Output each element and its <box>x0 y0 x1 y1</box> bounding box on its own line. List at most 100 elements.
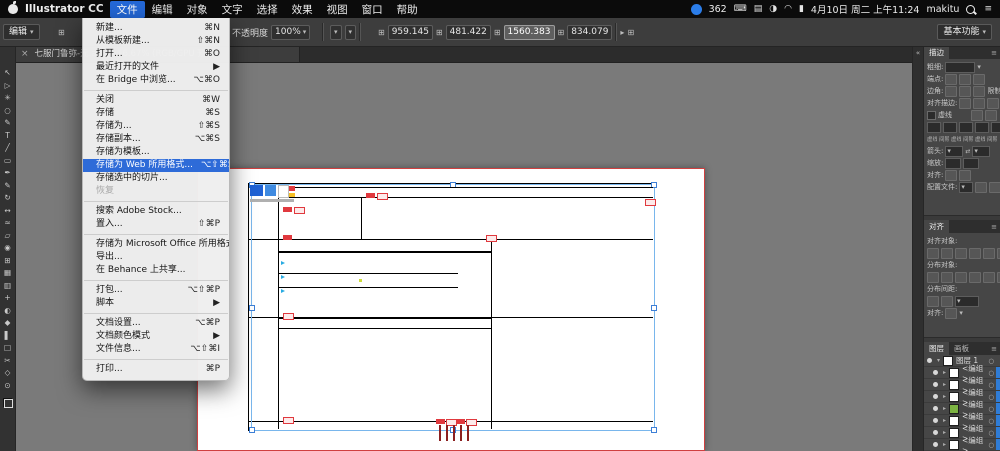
arrow-align-tip-button[interactable] <box>945 170 957 181</box>
align-stroke-center-button[interactable] <box>959 98 971 109</box>
menu-item-file-info[interactable]: 文件信息...⌥⇧⌘I <box>83 343 229 356</box>
layer-target-icon[interactable]: ○ <box>988 429 994 437</box>
layer-thumbnail[interactable] <box>949 428 959 438</box>
scale-tool[interactable]: ↔ <box>2 206 14 215</box>
stroke-weight-field[interactable] <box>945 62 975 73</box>
direct-selection-tool[interactable]: ▷ <box>2 81 14 90</box>
align-vcenter-button[interactable] <box>983 248 995 259</box>
battery-icon[interactable]: ▮ <box>799 4 804 14</box>
scale-end-field[interactable] <box>963 158 979 169</box>
notification-center-icon[interactable]: ≡ <box>984 4 992 14</box>
dash-preserve-button[interactable] <box>971 110 983 121</box>
profile-dropdown[interactable]: ▾ <box>959 182 973 193</box>
panel-menu-icon[interactable]: ≡ <box>991 49 1000 57</box>
shape-builder-tool[interactable]: ◉ <box>2 243 14 252</box>
expand-chevron-icon[interactable]: ▸ <box>941 405 948 412</box>
display-icon[interactable]: ▤ <box>754 4 763 14</box>
selection-handle[interactable] <box>651 305 657 311</box>
layer-target-icon[interactable]: ○ <box>988 369 994 377</box>
zoom-tool[interactable]: ⊙ <box>2 381 14 390</box>
align-options-icon[interactable]: ⊞ <box>627 28 634 37</box>
layer-target-icon[interactable]: ○ <box>988 381 994 389</box>
align-right-button[interactable] <box>955 248 967 259</box>
selection-handle[interactable] <box>651 427 657 433</box>
menu-item-save-for-web[interactable]: 存储为 Web 所用格式...⌥⇧⌘S <box>83 159 229 172</box>
flip-across-button[interactable] <box>989 182 1000 193</box>
menu-item-share-on-behance[interactable]: 在 Behance 上共享... <box>83 264 229 277</box>
menu-item-print[interactable]: 打印...⌘P <box>83 363 229 376</box>
selection-tool[interactable]: ↖ <box>2 68 14 77</box>
input-source-icon[interactable]: ⌨ <box>734 4 747 14</box>
pen-tool[interactable]: ✎ <box>2 118 14 127</box>
menu-item-save-selected-slices[interactable]: 存储选中的切片... <box>83 172 229 185</box>
mesh-tool[interactable]: ▦ <box>2 268 14 277</box>
layer-thumbnail[interactable] <box>943 356 953 366</box>
arrow-end-dropdown[interactable]: ▾ <box>972 146 990 157</box>
rotate-tool[interactable]: ↻ <box>2 193 14 202</box>
pencil-tool[interactable]: ✎ <box>2 181 14 190</box>
align-left-button[interactable] <box>927 248 939 259</box>
layer-thumbnail[interactable] <box>949 392 959 402</box>
menu-item-close[interactable]: 关闭⌘W <box>83 94 229 107</box>
panel-menu-icon[interactable]: ≡ <box>991 345 1000 353</box>
artboard[interactable] <box>197 168 705 451</box>
tab-artboards[interactable]: 画板 <box>949 342 974 355</box>
tab-stroke[interactable]: 描边 <box>924 46 949 59</box>
gap-field[interactable] <box>943 122 957 133</box>
visibility-eye-icon[interactable] <box>924 358 934 363</box>
distribute-left-button[interactable] <box>969 272 981 283</box>
rectangle-tool[interactable]: ▭ <box>2 156 14 165</box>
distribute-vcenter-button[interactable] <box>941 272 953 283</box>
layer-thumbnail[interactable] <box>949 416 959 426</box>
y-icon[interactable]: ⊞ <box>436 28 443 37</box>
layer-target-icon[interactable]: ○ <box>988 441 994 449</box>
layer-target-icon[interactable]: ○ <box>988 357 994 365</box>
corner-round-button[interactable] <box>959 86 971 97</box>
visibility-eye-icon[interactable] <box>930 406 940 411</box>
corner-miter-button[interactable] <box>945 86 957 97</box>
arrow-align-cross-button[interactable] <box>959 170 971 181</box>
menu-object[interactable]: 对象 <box>180 1 215 18</box>
visibility-eye-icon[interactable] <box>930 382 940 387</box>
slice-tool[interactable]: ✂ <box>2 356 14 365</box>
menu-edit[interactable]: 编辑 <box>145 1 180 18</box>
cap-round-button[interactable] <box>959 74 971 85</box>
paintbrush-tool[interactable]: ✒ <box>2 168 14 177</box>
type-tool[interactable]: T <box>2 131 14 140</box>
control-anchor-icon[interactable]: ⊞ <box>58 28 65 37</box>
close-tab-icon[interactable]: × <box>21 46 29 62</box>
visibility-eye-icon[interactable] <box>930 394 940 399</box>
layer-thumbnail[interactable] <box>949 404 959 414</box>
magic-wand-tool[interactable]: ✳ <box>2 93 14 102</box>
distribute-hcenter-button[interactable] <box>983 272 995 283</box>
gradient-tool[interactable]: ▥ <box>2 281 14 290</box>
line-segment-tool[interactable]: ╱ <box>2 143 14 152</box>
align-to-dropdown[interactable] <box>945 308 957 319</box>
layer-row[interactable]: ▸ <编组> ○ <box>924 439 1000 451</box>
align-hcenter-button[interactable] <box>941 248 953 259</box>
layer-target-icon[interactable]: ○ <box>988 417 994 425</box>
time-machine-icon[interactable]: ◑ <box>769 4 777 14</box>
distribute-top-button[interactable] <box>927 272 939 283</box>
cap-butt-button[interactable] <box>945 74 957 85</box>
menu-help[interactable]: 帮助 <box>390 1 425 18</box>
dash-align-button[interactable] <box>985 110 997 121</box>
expand-chevron-icon[interactable]: ▸ <box>941 393 948 400</box>
menu-item-save[interactable]: 存储⌘S <box>83 107 229 120</box>
visibility-eye-icon[interactable] <box>930 370 940 375</box>
menu-item-document-color-mode[interactable]: 文档颜色模式▶ <box>83 330 229 343</box>
menu-item-browse-in-bridge[interactable]: 在 Bridge 中浏览...⌥⌘O <box>83 74 229 87</box>
y-position-field[interactable]: 481.422 <box>446 25 491 40</box>
lasso-tool[interactable]: ○ <box>2 106 14 115</box>
expand-chevron-icon[interactable]: ▸ <box>941 381 948 388</box>
dash-field[interactable] <box>959 122 973 133</box>
visibility-eye-icon[interactable] <box>930 430 940 435</box>
dash-field[interactable] <box>991 122 1000 133</box>
align-top-button[interactable] <box>969 248 981 259</box>
opacity-field[interactable]: 100%▾ <box>271 25 310 40</box>
width-icon[interactable]: ⊞ <box>494 28 501 37</box>
reference-point-icon[interactable]: ⊞ <box>378 28 385 37</box>
scale-start-field[interactable] <box>945 158 961 169</box>
dash-field[interactable] <box>927 122 941 133</box>
cap-projecting-button[interactable] <box>973 74 985 85</box>
